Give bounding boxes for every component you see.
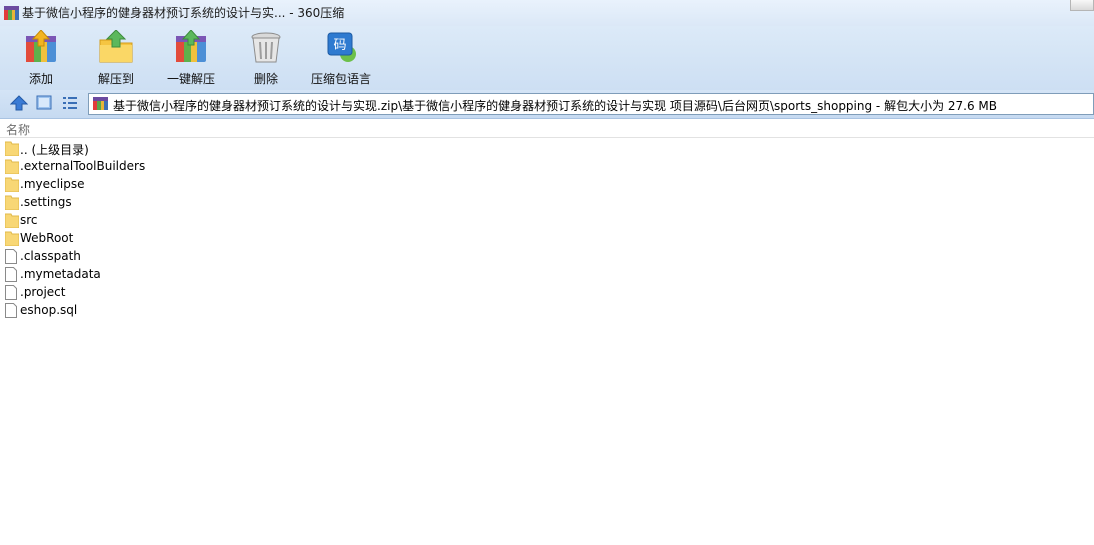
title-bar: 基于微信小程序的健身器材预订系统的设计与实... - 360压缩 — [0, 0, 1094, 26]
list-item[interactable]: src — [0, 212, 1094, 230]
up-arrow-icon[interactable] — [10, 95, 28, 111]
file-icon — [5, 303, 17, 318]
navigation-bar: 基于微信小程序的健身器材预订系统的设计与实现.zip\基于微信小程序的健身器材预… — [0, 90, 1094, 119]
list-item[interactable]: .myeclipse — [0, 176, 1094, 194]
list-item-name: .myeclipse — [20, 177, 85, 191]
add-button[interactable]: 添加 — [8, 30, 74, 88]
add-icon — [26, 30, 56, 62]
delete-button[interactable]: 删除 — [233, 30, 299, 88]
folder-icon — [5, 141, 19, 156]
list-item-name: .classpath — [20, 249, 81, 263]
list-item-name: .externalToolBuilders — [20, 159, 146, 173]
archive-language-button[interactable]: 码 压缩包语言 — [308, 30, 374, 88]
trash-icon — [251, 32, 281, 63]
address-path: 基于微信小程序的健身器材预订系统的设计与实现.zip\基于微信小程序的健身器材预… — [113, 99, 997, 113]
delete-label: 删除 — [253, 72, 278, 86]
list-view-icon[interactable] — [62, 95, 78, 110]
list-item[interactable]: .project — [0, 284, 1094, 302]
list-item[interactable]: .mymetadata — [0, 266, 1094, 284]
address-bar[interactable]: 基于微信小程序的健身器材预订系统的设计与实现.zip\基于微信小程序的健身器材预… — [88, 93, 1094, 115]
archive-icon — [4, 6, 19, 20]
list-item-name: .mymetadata — [20, 267, 101, 281]
list-item[interactable]: eshop.sql — [0, 302, 1094, 320]
file-icon — [5, 249, 17, 264]
extract-folder-icon — [99, 30, 133, 63]
folder-icon — [5, 231, 19, 246]
folder-icon — [5, 177, 19, 192]
add-label: 添加 — [28, 72, 53, 86]
folder-icon — [5, 213, 19, 228]
list-item[interactable]: .settings — [0, 194, 1094, 212]
column-header[interactable]: 名称 — [0, 119, 1094, 138]
archive-icon — [93, 97, 108, 110]
one-click-extract-icon — [176, 30, 206, 62]
view-mode-icon[interactable] — [36, 95, 52, 110]
file-icon — [5, 285, 17, 300]
list-item[interactable]: .classpath — [0, 248, 1094, 266]
window-control-button[interactable] — [1070, 0, 1094, 11]
encoding-icon: 码 — [327, 32, 356, 62]
list-item[interactable]: .externalToolBuilders — [0, 158, 1094, 176]
list-item[interactable]: .. (上级目录) — [0, 140, 1094, 158]
folder-icon — [5, 195, 19, 210]
list-item-name: .project — [20, 285, 66, 299]
svg-text:码: 码 — [333, 38, 346, 53]
extract-to-button[interactable]: 解压到 — [83, 30, 149, 88]
list-item[interactable]: WebRoot — [0, 230, 1094, 248]
list-item-name: eshop.sql — [20, 303, 78, 317]
list-item-name: src — [20, 213, 38, 227]
extract-to-label: 解压到 — [97, 72, 134, 86]
one-click-extract-label: 一键解压 — [166, 72, 215, 86]
list-item-name: .settings — [20, 195, 72, 209]
window-title: 基于微信小程序的健身器材预订系统的设计与实... - 360压缩 — [22, 6, 345, 20]
column-header-name: 名称 — [6, 123, 31, 137]
one-click-extract-button[interactable]: 一键解压 — [158, 30, 224, 88]
list-item-name: .. (上级目录) — [20, 143, 89, 157]
archive-language-label: 压缩包语言 — [310, 72, 371, 86]
folder-icon — [5, 159, 19, 174]
list-item-name: WebRoot — [20, 231, 74, 245]
file-icon — [5, 267, 17, 282]
toolbar: 添加 解压到 一键解压 删除 码 压缩包语言 — [0, 26, 1094, 90]
file-list: .. (上级目录) .externalToolBuilders .myeclip… — [0, 140, 1094, 320]
